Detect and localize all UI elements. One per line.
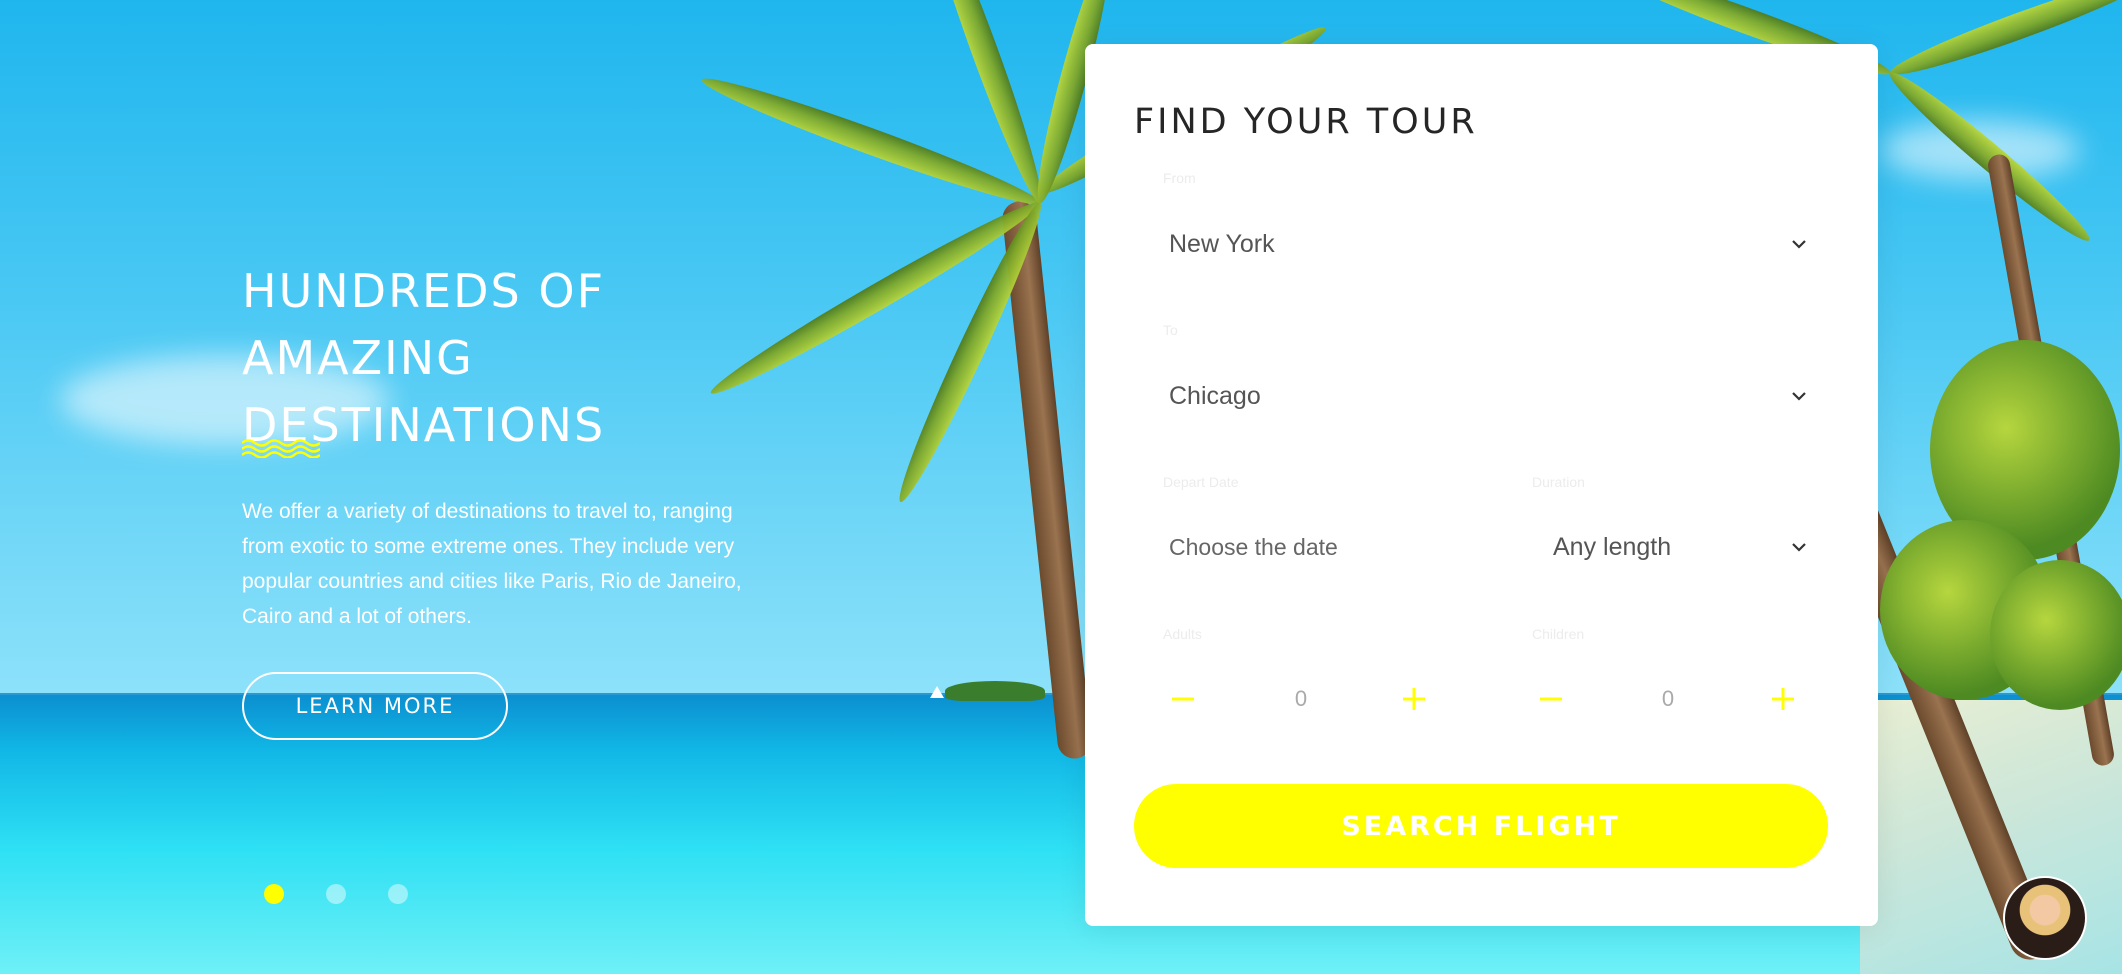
to-value: Chicago bbox=[1169, 381, 1261, 410]
from-select[interactable]: New York bbox=[1134, 208, 1828, 280]
children-label: Children bbox=[1532, 626, 1585, 642]
adults-label: Adults bbox=[1163, 626, 1202, 642]
hero-title-line: HUNDREDS OF AMAZING bbox=[242, 264, 606, 385]
depart-date-label: Depart Date bbox=[1163, 474, 1239, 490]
slider-pagination bbox=[264, 884, 408, 904]
wave-divider-icon bbox=[242, 439, 320, 458]
minus-icon[interactable] bbox=[1168, 684, 1198, 714]
minus-icon[interactable] bbox=[1536, 684, 1566, 714]
chevron-down-icon bbox=[1792, 240, 1806, 249]
foliage bbox=[1990, 560, 2122, 710]
children-value: 0 bbox=[1661, 686, 1675, 711]
from-label: From bbox=[1163, 170, 1196, 186]
plus-icon[interactable] bbox=[1768, 684, 1798, 714]
slider-dot-2[interactable] bbox=[326, 884, 346, 904]
depart-date-input[interactable]: Choose the date bbox=[1134, 511, 1464, 583]
form-title: FIND YOUR TOUR bbox=[1134, 102, 1478, 142]
duration-label: Duration bbox=[1532, 474, 1585, 490]
plus-icon[interactable] bbox=[1399, 684, 1429, 714]
search-flight-button[interactable]: SEARCH FLIGHT bbox=[1134, 784, 1828, 868]
chevron-down-icon bbox=[1792, 543, 1806, 552]
slider-dot-3[interactable] bbox=[388, 884, 408, 904]
island bbox=[945, 681, 1045, 701]
children-stepper: 0 bbox=[1468, 663, 1828, 735]
to-label: To bbox=[1163, 322, 1178, 338]
duration-select[interactable]: Any length bbox=[1468, 511, 1828, 583]
hero-section: HUNDREDS OF AMAZING DESTINATIONS We offe… bbox=[242, 258, 762, 740]
hero-title: HUNDREDS OF AMAZING DESTINATIONS bbox=[242, 258, 762, 459]
duration-value: Any length bbox=[1553, 532, 1672, 561]
tour-search-form: FIND YOUR TOUR From New York To Chicago … bbox=[1085, 44, 1878, 926]
learn-more-button[interactable]: LEARN MORE bbox=[242, 672, 508, 740]
adults-value: 0 bbox=[1294, 686, 1308, 711]
chevron-down-icon bbox=[1792, 392, 1806, 401]
chat-avatar[interactable] bbox=[2003, 876, 2087, 960]
slider-dot-1[interactable] bbox=[264, 884, 284, 904]
hero-description: We offer a variety of destinations to tr… bbox=[242, 500, 742, 628]
from-value: New York bbox=[1169, 229, 1275, 258]
adults-stepper: 0 bbox=[1134, 663, 1464, 735]
to-select[interactable]: Chicago bbox=[1134, 360, 1828, 432]
